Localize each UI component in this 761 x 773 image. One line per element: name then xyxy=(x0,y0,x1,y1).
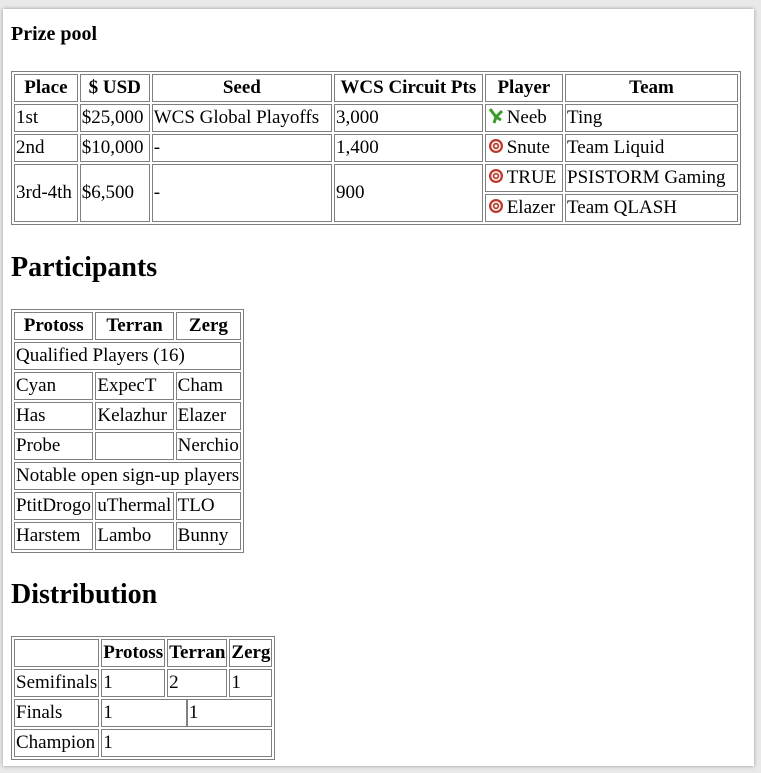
player-cell: Snute xyxy=(484,134,563,162)
prize-pool-table: Place $ USD Seed WCS Circuit Pts Player … xyxy=(11,71,741,225)
list-item: Cyan xyxy=(14,372,94,400)
col-protoss: Protoss xyxy=(14,312,94,340)
seed-cell: - xyxy=(151,164,332,222)
col-zerg: Zerg xyxy=(229,639,273,667)
document-page: Prize pool Place $ USD Seed WCS Circuit … xyxy=(3,9,754,766)
table-row: Probe Nerchio xyxy=(14,432,242,460)
player-cell: Elazer xyxy=(484,194,563,222)
list-item: Elazer xyxy=(175,402,242,430)
prize-pool-heading: Prize pool xyxy=(11,23,98,45)
table-row: PtitDrogo uThermal TLO xyxy=(14,492,242,520)
zerg-icon xyxy=(488,139,503,153)
list-item: Nerchio xyxy=(175,432,242,460)
pts-cell: 1,400 xyxy=(333,134,483,162)
table-row: Has Kelazhur Elazer xyxy=(14,402,242,430)
table-row: Qualified Players (16) xyxy=(14,342,242,370)
table-row: Notable open sign-up players xyxy=(14,462,242,490)
zerg-icon xyxy=(488,169,503,183)
table-row: Champion 1 xyxy=(14,729,273,757)
table-header-row: Place $ USD Seed WCS Circuit Pts Player … xyxy=(14,74,738,102)
table-row: Cyan ExpecT Cham xyxy=(14,372,242,400)
list-item: Lambo xyxy=(95,522,174,550)
pts-cell: 900 xyxy=(333,164,483,222)
list-item: Cham xyxy=(175,372,242,400)
list-item: Kelazhur xyxy=(95,402,174,430)
finals-split: 1 1 xyxy=(101,699,273,727)
player-name-link[interactable]: Elazer xyxy=(507,197,556,218)
pts-cell: 3,000 xyxy=(333,104,483,132)
table-header-row: Protoss Terran Zerg xyxy=(14,639,273,667)
value-cell-group: 1 1 xyxy=(101,699,273,727)
team-cell[interactable]: Team Liquid xyxy=(565,134,738,162)
col-usd: $ USD xyxy=(79,74,150,102)
col-zerg: Zerg xyxy=(175,312,242,340)
col-terran: Terran xyxy=(167,639,228,667)
player-cell: TRUE xyxy=(484,164,563,192)
team-cell[interactable]: PSISTORM Gaming xyxy=(565,164,738,192)
list-item: Bunny xyxy=(175,522,242,550)
value-cell: 1 xyxy=(101,729,273,757)
col-player: Player xyxy=(484,74,563,102)
row-label: Finals xyxy=(14,699,100,727)
distribution-table: Protoss Terran Zerg Semifinals 1 2 1 Fin… xyxy=(11,636,276,760)
col-protoss: Protoss xyxy=(101,639,166,667)
table-header-row: Protoss Terran Zerg xyxy=(14,312,242,340)
qualified-label: Qualified Players (16) xyxy=(14,342,242,370)
player-cell: Neeb xyxy=(484,104,563,132)
table-row: Harstem Lambo Bunny xyxy=(14,522,242,550)
usd-cell: $6,500 xyxy=(79,164,150,222)
place-cell: 2nd xyxy=(14,134,78,162)
value-cell: 1 xyxy=(101,669,166,697)
seed-cell: - xyxy=(151,134,332,162)
value-cell: 1 xyxy=(101,699,187,727)
list-item: PtitDrogo xyxy=(14,492,94,520)
row-label: Champion xyxy=(14,729,100,757)
player-name-link[interactable]: Neeb xyxy=(507,107,547,128)
value-cell: 2 xyxy=(167,669,228,697)
protoss-icon xyxy=(488,108,503,124)
row-label: Semifinals xyxy=(14,669,100,697)
list-item: uThermal xyxy=(95,492,174,520)
place-cell: 3rd-4th xyxy=(14,164,78,222)
usd-cell: $25,000 xyxy=(79,104,150,132)
col-team: Team xyxy=(565,74,738,102)
list-item: Harstem xyxy=(14,522,94,550)
list-item xyxy=(95,432,174,460)
player-name-link[interactable]: TRUE xyxy=(507,167,557,188)
table-row: Finals 1 1 xyxy=(14,699,273,727)
table-row: 1st $25,000 WCS Global Playoffs 3,000 Ne… xyxy=(14,104,738,132)
col-seed: Seed xyxy=(151,74,332,102)
list-item: ExpecT xyxy=(95,372,174,400)
col-blank xyxy=(14,639,100,667)
value-cell: 1 xyxy=(229,669,273,697)
notable-label: Notable open sign-up players xyxy=(14,462,242,490)
distribution-heading: Distribution xyxy=(11,579,158,610)
participants-heading: Participants xyxy=(11,252,158,283)
usd-cell: $10,000 xyxy=(79,134,150,162)
participants-table: Protoss Terran Zerg Qualified Players (1… xyxy=(11,309,245,553)
place-cell: 1st xyxy=(14,104,78,132)
value-cell: 1 xyxy=(186,699,273,727)
list-item: Probe xyxy=(14,432,94,460)
list-item: Has xyxy=(14,402,94,430)
col-place: Place xyxy=(14,74,78,102)
table-row: 3rd-4th $6,500 - 900 TRUE PSISTORM Gamin… xyxy=(14,164,738,222)
col-pts: WCS Circuit Pts xyxy=(333,74,483,102)
team-cell[interactable]: Team QLASH xyxy=(565,194,738,222)
team-cell[interactable]: Ting xyxy=(565,104,738,132)
table-row: 2nd $10,000 - 1,400 Snute Team Liquid xyxy=(14,134,738,162)
col-terran: Terran xyxy=(95,312,174,340)
table-row: Semifinals 1 2 1 xyxy=(14,669,273,697)
player-name-link[interactable]: Snute xyxy=(507,137,550,158)
zerg-icon xyxy=(488,199,503,213)
list-item: TLO xyxy=(175,492,242,520)
seed-cell: WCS Global Playoffs xyxy=(151,104,332,132)
